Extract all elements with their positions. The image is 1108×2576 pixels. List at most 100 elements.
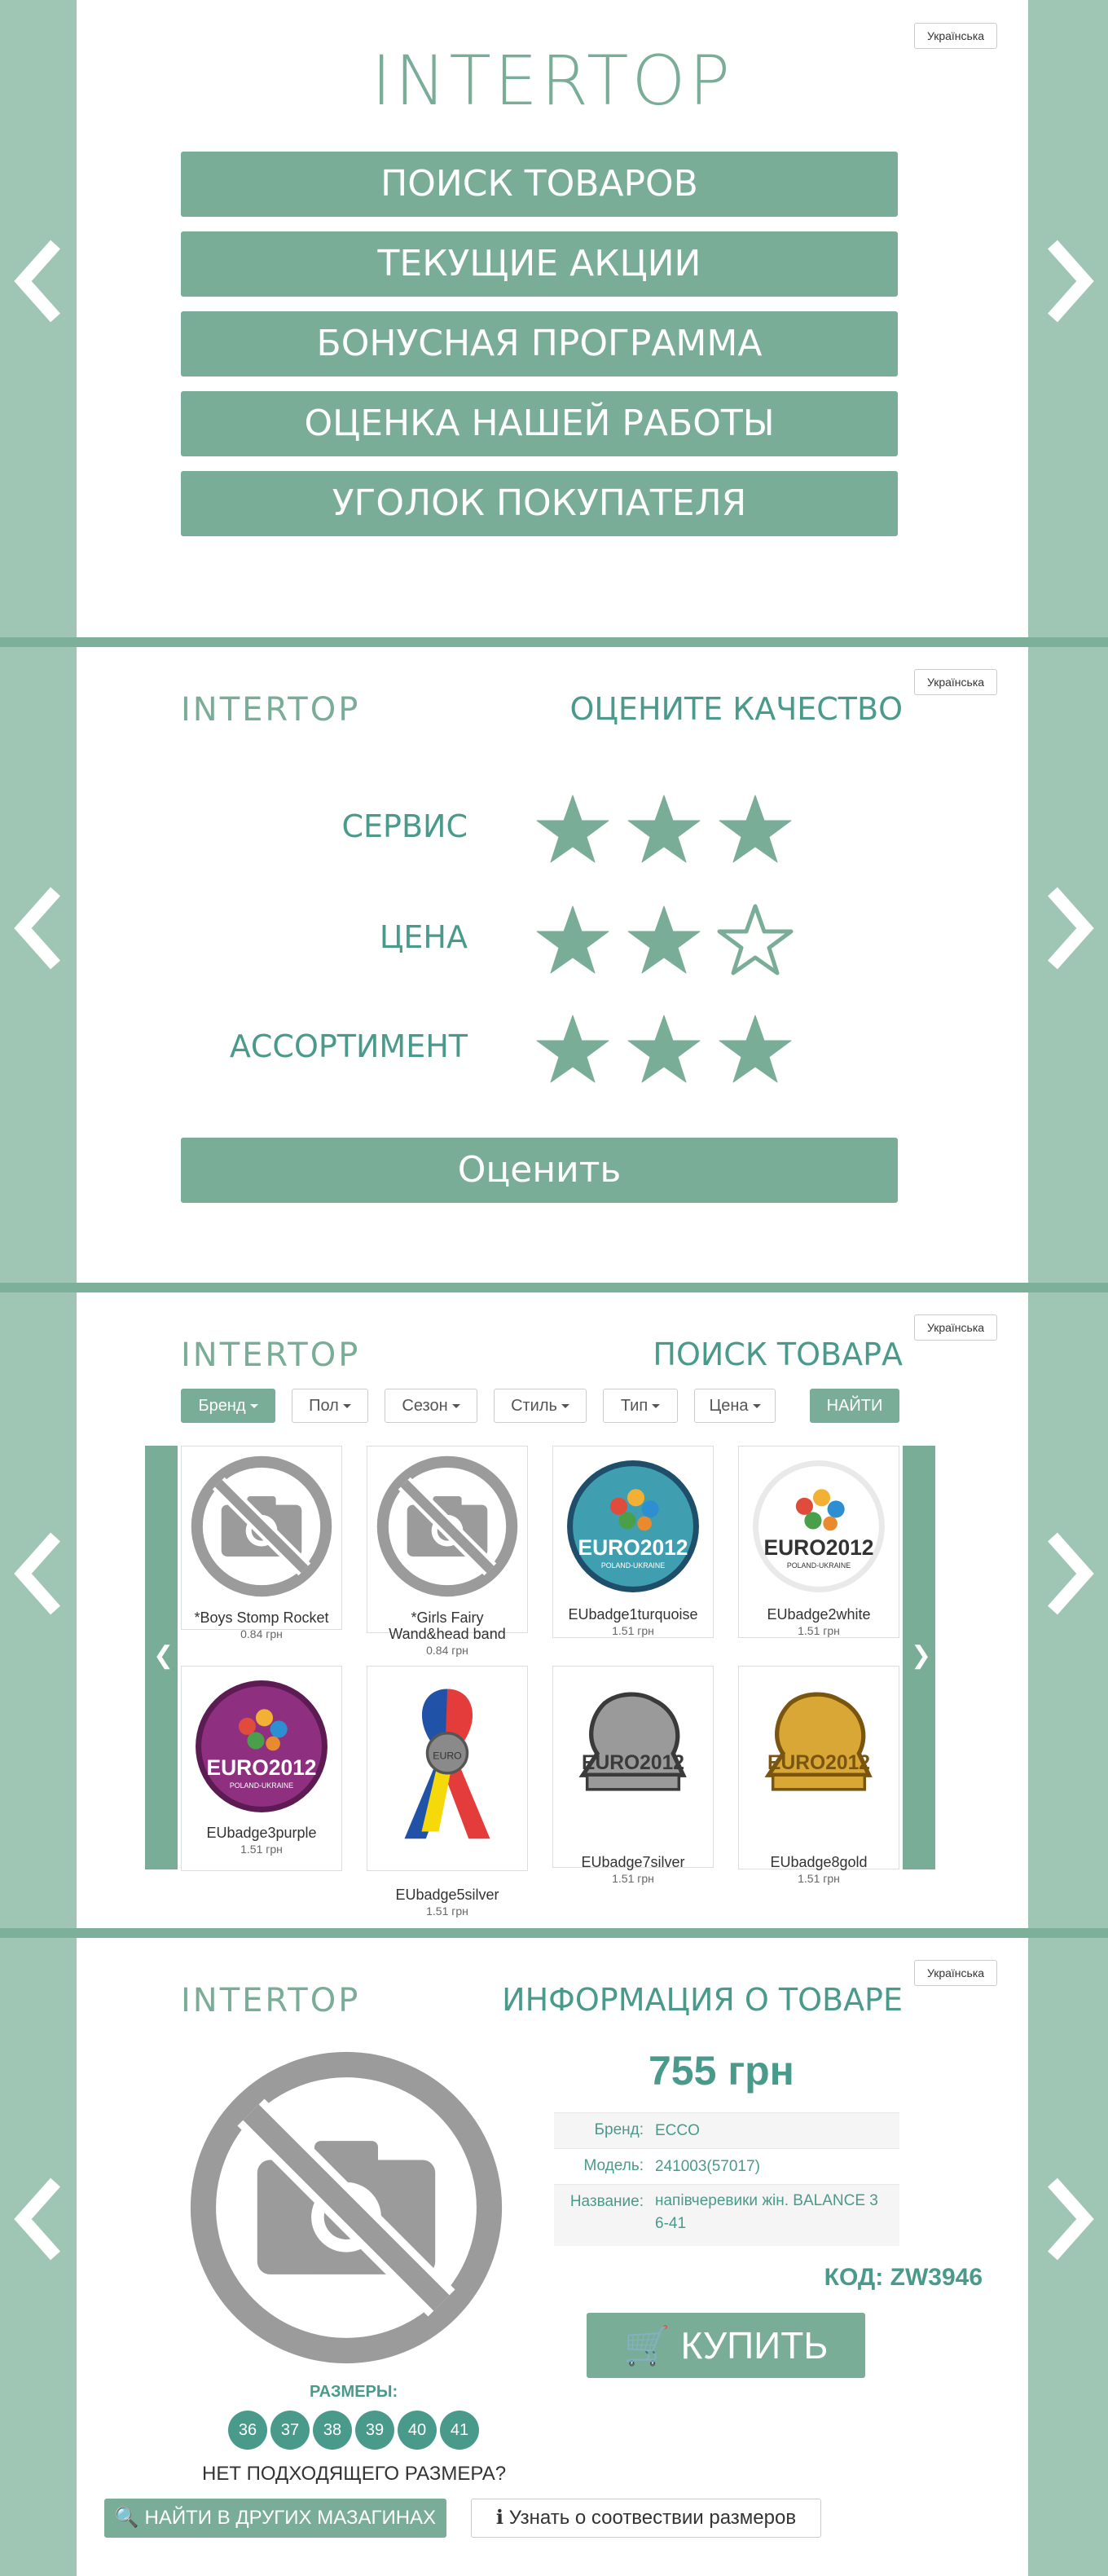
product-card[interactable]: EURO2012 POLAND-UKRAINE EUbadge3purple 1.51…	[181, 1666, 342, 1871]
star-empty-icon[interactable]	[717, 903, 794, 976]
filter-style[interactable]: Стиль	[494, 1389, 587, 1423]
product-name: EUbadge3purple	[206, 1825, 317, 1841]
no-photo-icon	[190, 1455, 333, 1598]
product-price: 0.84 грн	[240, 1627, 283, 1640]
filter-season[interactable]: Сезон	[385, 1389, 477, 1423]
product-card[interactable]: *Boys Stomp Rocket 0.84 грн	[181, 1446, 342, 1640]
product-name: EUbadge5silver	[395, 1887, 499, 1903]
filter-type[interactable]: Тип	[603, 1389, 678, 1423]
product-card[interactable]: EURO EUbadge5silver 1.51 грн	[367, 1666, 528, 1918]
product-price: 1.51 грн	[426, 1904, 468, 1918]
carousel-next-button[interactable]: ❯	[903, 1446, 935, 1869]
product-card[interactable]: *Girls Fairy Wand&head band 0.84 грн	[367, 1446, 528, 1657]
size-option[interactable]: 39	[355, 2411, 394, 2450]
chevron-down-icon	[561, 1404, 569, 1409]
svg-text:EURO2012: EURO2012	[582, 1752, 684, 1774]
menu-item-bonus-program[interactable]: БОНУСНАЯ ПРОГРАММА	[181, 311, 898, 376]
language-button[interactable]: Українська	[914, 1960, 997, 1986]
next-screen-arrow-icon[interactable]	[1035, 1529, 1100, 1618]
language-button[interactable]: Українська	[914, 1314, 997, 1341]
product-card[interactable]: EURO2012 EUbadge8gold 1.51 грн	[738, 1666, 899, 1885]
size-option[interactable]: 40	[398, 2411, 437, 2450]
model-value: 241003(57017)	[655, 2158, 760, 2175]
svg-text:EURO2012: EURO2012	[207, 1755, 317, 1780]
prev-screen-arrow-icon[interactable]	[8, 1529, 73, 1618]
buy-button[interactable]: 🛒 КУПИТЬ	[587, 2313, 865, 2378]
menu-item-product-search[interactable]: ПОИСК ТОВАРОВ	[181, 152, 898, 217]
no-size-text: НЕТ ПОДХОДЯЩЕГО РАЗМЕРА?	[202, 2463, 507, 2485]
svg-text:POLAND-UKRAINE: POLAND-UKRAINE	[787, 1561, 851, 1570]
prev-screen-arrow-icon[interactable]	[8, 2174, 73, 2264]
logo: INTERTOP	[181, 691, 361, 729]
star-filled-icon[interactable]	[717, 1012, 794, 1085]
next-screen-arrow-icon[interactable]	[1035, 2174, 1100, 2264]
brand-label: Бренд:	[594, 2121, 644, 2138]
carousel-prev-button[interactable]: ❮	[145, 1446, 178, 1869]
filter-gender-label: Пол	[309, 1397, 339, 1415]
svg-text:EURO2012: EURO2012	[767, 1752, 870, 1774]
star-filled-icon[interactable]	[626, 903, 702, 976]
product-card[interactable]: EURO2012 EUbadge7silver 1.51 грн	[552, 1666, 714, 1885]
next-screen-arrow-icon[interactable]	[1035, 883, 1100, 973]
find-other-stores-label: НАЙТИ В ДРУГИХ МАЗАГИНАХ	[144, 2507, 437, 2529]
filter-brand[interactable]: Бренд	[181, 1389, 275, 1423]
find-other-stores-button[interactable]: 🔍 НАЙТИ В ДРУГИХ МАЗАГИНАХ	[104, 2499, 446, 2538]
star-filled-icon[interactable]	[534, 903, 611, 976]
size-option[interactable]: 38	[313, 2411, 352, 2450]
name-row: Название: напівчеревики жін. BALANCE 3 6…	[554, 2184, 899, 2246]
filter-price[interactable]: Цена	[694, 1389, 776, 1423]
star-filled-icon[interactable]	[534, 792, 611, 865]
product-image: EURO2012 POLAND-UKRAINE	[747, 1455, 890, 1598]
page-title: ОЦЕНИТЕ КАЧЕСТВО	[569, 691, 903, 727]
name-label: Название:	[569, 2193, 644, 2210]
product-name: EUbadge2white	[767, 1606, 871, 1623]
product-card[interactable]: EURO2012 POLAND-UKRAINE EUbadge1turquoise 1…	[552, 1446, 714, 1638]
prev-screen-arrow-icon[interactable]	[8, 883, 73, 973]
filter-season-label: Сезон	[402, 1397, 448, 1415]
filter-gender[interactable]: Пол	[292, 1389, 368, 1423]
product-card[interactable]: EURO2012 POLAND-UKRAINE EUbadge2white 1.51 …	[738, 1446, 899, 1638]
cart-icon: 🛒	[623, 2324, 671, 2367]
svg-text:EURO: EURO	[433, 1750, 461, 1761]
chevron-down-icon	[249, 1404, 258, 1409]
size-option[interactable]: 36	[228, 2411, 267, 2450]
main-menu-screen: Українська INTERTOP ПОИСК ТОВАРОВ ТЕКУЩИ…	[0, 0, 1108, 637]
next-screen-arrow-icon[interactable]	[1035, 236, 1100, 326]
page-title: ИНФОРМАЦИЯ О ТОВАРЕ	[502, 1982, 903, 2018]
main-menu-panel: Українська INTERTOP ПОИСК ТОВАРОВ ТЕКУЩИ…	[77, 0, 1028, 637]
product-name: *Girls Fairy Wand&head band	[389, 1609, 506, 1642]
product-price: 1.51 грн	[798, 1872, 840, 1885]
find-button[interactable]: НАЙТИ	[810, 1389, 899, 1423]
product-image: EURO2012	[747, 1675, 890, 1818]
star-filled-icon[interactable]	[717, 792, 794, 865]
info-icon: ℹ	[495, 2507, 504, 2529]
svg-text:POLAND-UKRAINE: POLAND-UKRAINE	[230, 1781, 293, 1790]
product-image-placeholder	[187, 2049, 505, 2367]
prev-screen-arrow-icon[interactable]	[8, 236, 73, 326]
menu-item-customer-corner[interactable]: УГОЛОК ПОКУПАТЕЛЯ	[181, 471, 898, 536]
product-price: 1.51 грн	[240, 1843, 283, 1856]
chevron-left-icon: ❮	[153, 1642, 174, 1669]
svg-text:EURO2012: EURO2012	[764, 1535, 874, 1560]
size-option[interactable]: 37	[270, 2411, 310, 2450]
star-filled-icon[interactable]	[626, 1012, 702, 1085]
star-filled-icon[interactable]	[626, 792, 702, 865]
logo: INTERTOP	[181, 1336, 361, 1374]
menu-item-current-promotions[interactable]: ТЕКУЩИЕ АКЦИИ	[181, 231, 898, 297]
menu-item-rate-our-work[interactable]: ОЦЕНКА НАШЕЙ РАБОТЫ	[181, 391, 898, 456]
rating-screen: Українська INTERTOP ОЦЕНИТЕ КАЧЕСТВО СЕР…	[0, 647, 1108, 1283]
product-price: 1.51 грн	[612, 1624, 654, 1637]
star-filled-icon[interactable]	[534, 1012, 611, 1085]
submit-rating-button[interactable]: Оценить	[181, 1138, 898, 1203]
chevron-right-icon: ❯	[911, 1642, 932, 1669]
size-option[interactable]: 41	[440, 2411, 479, 2450]
chevron-down-icon	[342, 1404, 351, 1409]
product-price: 1.51 грн	[612, 1872, 654, 1885]
product-name: EUbadge8gold	[770, 1854, 868, 1870]
language-button[interactable]: Українська	[914, 669, 997, 695]
filter-brand-label: Бренд	[198, 1397, 246, 1415]
product-code: КОД: ZW3946	[824, 2264, 983, 2291]
product-price: 0.84 грн	[426, 1644, 468, 1657]
size-info-button[interactable]: ℹ Узнать о соотвествии размеров	[471, 2499, 821, 2538]
product-image: EURO2012	[561, 1675, 705, 1818]
